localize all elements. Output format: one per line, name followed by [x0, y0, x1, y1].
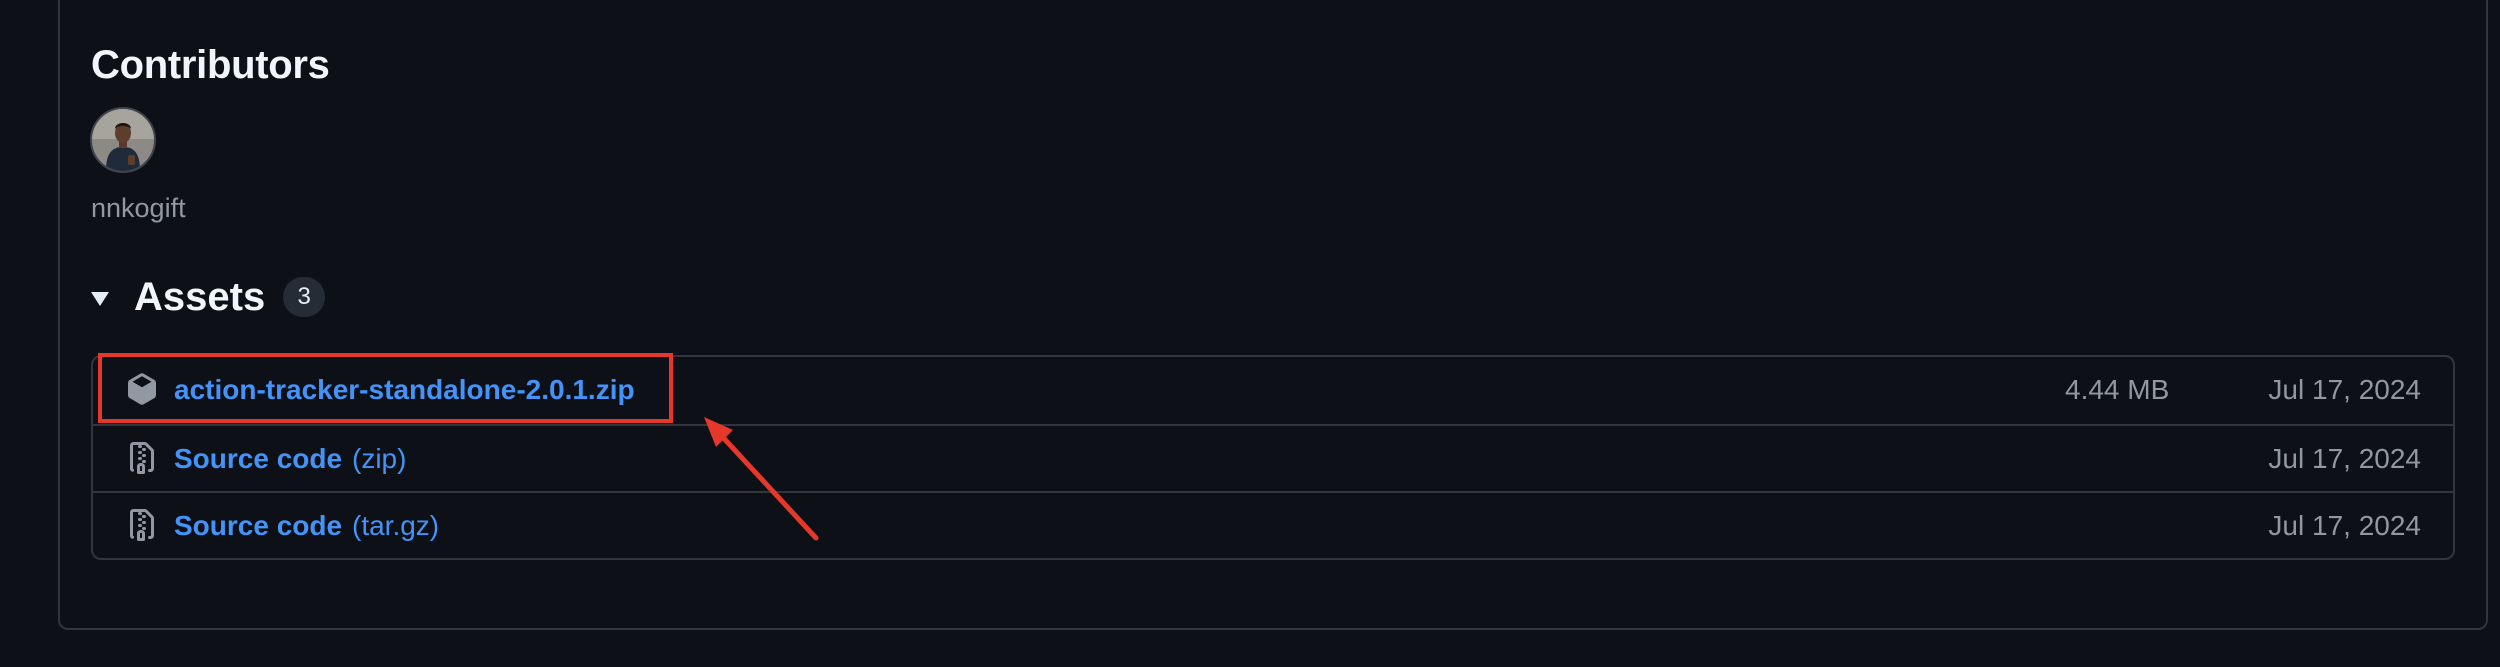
asset-date: Jul 17, 2024: [2268, 374, 2421, 405]
contributor-avatar[interactable]: [90, 107, 156, 173]
disclosure-triangle-icon: [91, 292, 109, 306]
release-page: Contributors nnkogift Assets 3 action-tr…: [0, 0, 2500, 667]
contributor-username[interactable]: nnkogift: [91, 190, 186, 226]
asset-date: Jul 17, 2024: [2268, 443, 2421, 474]
asset-row: Source code (tar.gz) Jul 17, 2024: [93, 491, 2453, 558]
asset-download-link[interactable]: action-tracker-standalone-2.0.1.zip: [174, 372, 635, 408]
assets-list: action-tracker-standalone-2.0.1.zip 4.44…: [91, 355, 2455, 560]
assets-count-badge: 3: [283, 277, 326, 317]
asset-row: action-tracker-standalone-2.0.1.zip 4.44…: [93, 357, 2453, 424]
avatar-photo: [92, 109, 154, 171]
asset-format-suffix[interactable]: (tar.gz): [352, 508, 439, 544]
asset-format-suffix[interactable]: (zip): [352, 441, 406, 477]
file-zip-icon: [130, 442, 154, 474]
assets-summary-toggle[interactable]: Assets 3: [91, 272, 326, 322]
asset-download-link[interactable]: Source code: [174, 441, 342, 477]
asset-size: 4.44 MB: [2065, 374, 2170, 405]
assets-heading: Assets: [134, 275, 266, 319]
asset-download-link[interactable]: Source code: [174, 508, 342, 544]
asset-row: Source code (zip) Jul 17, 2024: [93, 424, 2453, 491]
contributors-heading: Contributors: [91, 43, 330, 87]
asset-date: Jul 17, 2024: [2268, 510, 2421, 541]
package-icon: [128, 373, 156, 405]
file-zip-icon: [130, 509, 154, 541]
